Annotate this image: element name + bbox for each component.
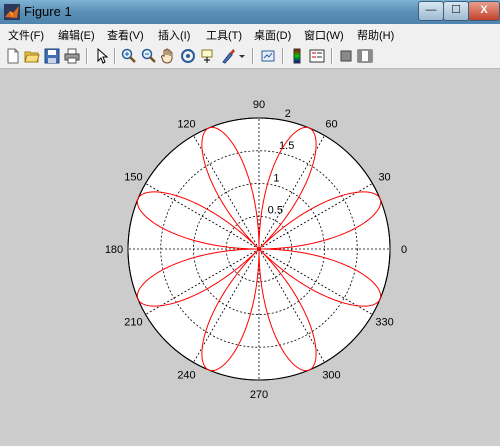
minimize-button[interactable]: — [418,1,444,21]
menu-bar: 文件(F) 编辑(E) 查看(V) 插入(I) 工具(T) 桌面(D) 窗口(W… [0,24,500,44]
angle-tick-label: 300 [322,370,340,382]
menu-desktop[interactable]: 桌面(D) [254,27,291,43]
angle-tick-label: 210 [124,317,142,329]
figure-toolbar [0,44,500,69]
figure-canvas: 0.5 1 1.5 2 0 30 60 90 120 150 180 210 240 270 300 330 [0,69,500,441]
open-file-icon[interactable] [24,48,40,64]
angle-tick-label: 60 [325,118,337,130]
pan-hand-icon[interactable] [160,48,176,64]
legend-icon[interactable] [309,48,325,64]
menu-file[interactable]: 文件(F) [8,27,44,43]
hide-plot-tools-icon[interactable] [338,48,354,64]
angle-tick-label: 0 [401,244,407,256]
link-plot-icon[interactable] [260,48,276,64]
maximize-icon: ☐ [451,4,461,16]
minimize-icon: — [425,4,437,16]
radial-tick-label: 2 [285,108,291,120]
menu-view[interactable]: 查看(V) [107,27,144,43]
menu-edit[interactable]: 编辑(E) [58,27,95,43]
menu-tools[interactable]: 工具(T) [206,27,242,43]
radial-tick-label: 0.5 [268,205,283,217]
colorbar-icon[interactable] [289,48,305,64]
angle-tick-label: 30 [378,172,390,184]
title-bar[interactable]: Figure 1 — ☐ X [0,0,500,24]
brush-dropdown-icon[interactable] [237,48,247,64]
brush-icon[interactable] [220,48,236,64]
toolbar-separator [331,48,333,64]
maximize-button[interactable]: ☐ [443,1,469,21]
angle-tick-label: 330 [375,317,393,329]
angle-tick-label: 120 [177,118,195,130]
menu-insert[interactable]: 插入(I) [158,27,190,43]
new-figure-icon[interactable] [5,48,21,64]
toolbar-separator [86,48,88,64]
angle-tick-label: 150 [124,172,142,184]
menu-window[interactable]: 窗口(W) [304,27,344,43]
radial-tick-label: 1 [273,172,279,184]
data-cursor-icon[interactable] [200,48,216,64]
angle-tick-label: 270 [250,389,268,401]
polar-plot[interactable]: 0.511.520306090120150180210240270300330 [0,69,500,441]
angle-tick-label: 180 [105,244,123,256]
close-button[interactable]: X [468,1,500,21]
angle-tick-label: 90 [253,99,265,111]
figure-window: Figure 1 — ☐ X 文件(F) 编辑(E) 查看(V) 插入(I) 工… [0,0,500,441]
show-plot-tools-icon[interactable] [357,48,373,64]
menu-help[interactable]: 帮助(H) [357,27,394,43]
window-title: Figure 1 [24,4,72,19]
toolbar-separator [282,48,284,64]
angle-tick-label: 240 [177,370,195,382]
print-icon[interactable] [64,48,80,64]
close-icon: X [480,4,488,16]
matlab-logo-icon [4,4,20,20]
zoom-in-icon[interactable] [121,48,137,64]
toolbar-separator [114,48,116,64]
rotate-3d-icon[interactable] [180,48,196,64]
toolbar-separator [252,48,254,64]
save-icon[interactable] [44,48,60,64]
zoom-out-icon[interactable] [141,48,157,64]
pointer-icon[interactable] [94,48,110,64]
